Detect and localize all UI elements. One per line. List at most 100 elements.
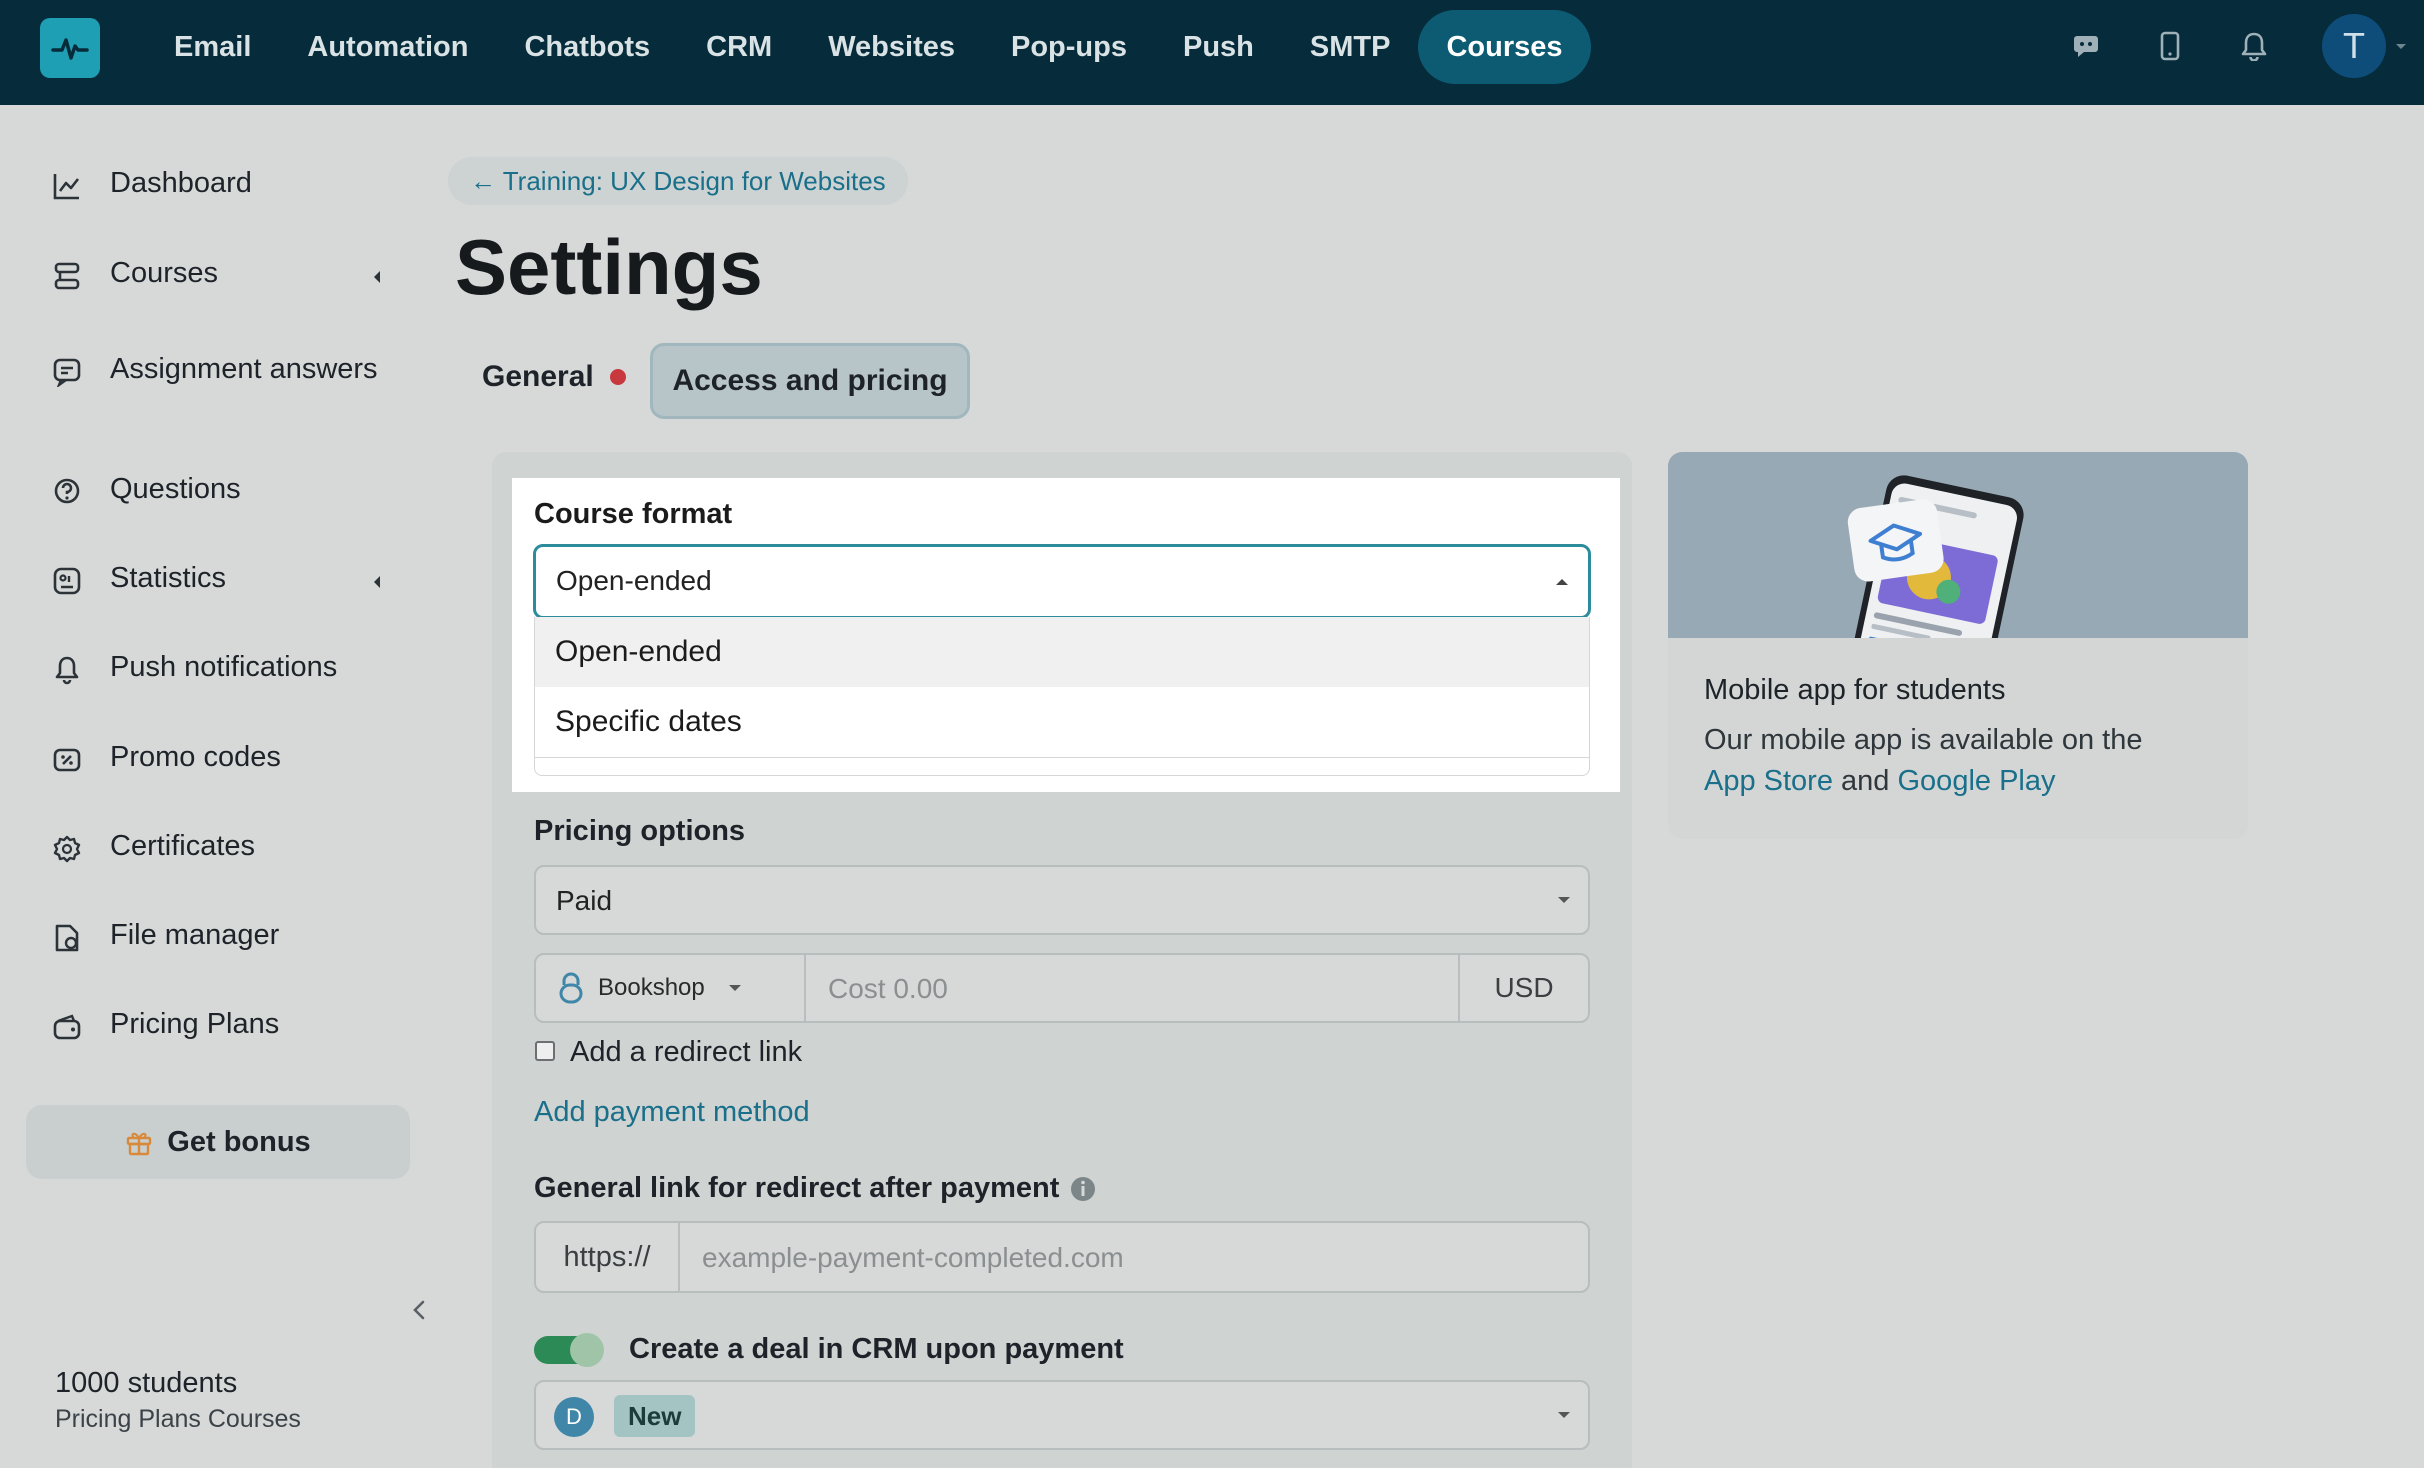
- sidebar-item-promo-codes[interactable]: Promo codes: [50, 741, 390, 777]
- question-icon: [50, 475, 84, 509]
- option-specific-dates[interactable]: Specific dates: [535, 687, 1589, 757]
- redirect-url-field: https:// example-payment-completed.com: [534, 1221, 1590, 1293]
- mobile-icon[interactable]: [2148, 24, 2192, 68]
- sidebar-item-file-manager[interactable]: File manager: [50, 919, 390, 955]
- add-payment-method-link[interactable]: Add payment method: [534, 1096, 810, 1129]
- toggle-knob: [570, 1333, 604, 1367]
- create-deal-label: Create a deal in CRM upon payment: [629, 1333, 1124, 1365]
- dropdown-underlay: [534, 756, 1590, 776]
- get-bonus-label: Get bonus: [167, 1125, 311, 1158]
- deal-stage-select[interactable]: D New: [534, 1380, 1590, 1450]
- redirect-label: General link for redirect after payment: [534, 1172, 1097, 1205]
- course-format-label: Course format: [534, 498, 733, 530]
- get-bonus-button[interactable]: Get bonus: [26, 1105, 410, 1179]
- payment-provider-select[interactable]: Bookshop: [536, 955, 806, 1021]
- tab-access-and-pricing[interactable]: Access and pricing: [650, 343, 970, 419]
- mobile-app-promo-card: Mobile app for students Our mobile app i…: [1668, 452, 2248, 839]
- option-open-ended[interactable]: Open-ended: [535, 617, 1589, 687]
- pipeline-avatar: D: [554, 1397, 594, 1437]
- chevron-down-icon: [1556, 895, 1572, 905]
- sidebar-item-label: Assignment answers: [110, 353, 378, 385]
- nav-smtp[interactable]: SMTP: [1282, 10, 1419, 84]
- file-icon: [50, 921, 84, 955]
- sidebar-item-label: Dashboard: [110, 167, 252, 199]
- chat-icon[interactable]: [2064, 24, 2108, 68]
- layers-icon: [50, 259, 84, 293]
- course-format-options: Open-ended Specific dates: [534, 617, 1590, 758]
- promo-icon: [50, 743, 84, 777]
- chevron-down-icon: [1556, 1410, 1572, 1420]
- cost-input[interactable]: Cost 0.00: [828, 973, 948, 1005]
- gift-icon: [125, 1128, 153, 1156]
- pricing-select[interactable]: Paid: [534, 865, 1590, 935]
- promo-text: Our mobile app is available on the App S…: [1704, 720, 2224, 802]
- alert-dot: [609, 369, 626, 385]
- sidebar-item-courses[interactable]: Courses: [50, 257, 390, 293]
- deal-stage-badge: New: [614, 1395, 696, 1437]
- chart-line-icon: [50, 169, 84, 203]
- google-play-link[interactable]: Google Play: [1898, 765, 2056, 797]
- url-prefix: https://: [536, 1223, 680, 1291]
- sidebar-item-assignment-answers[interactable]: Assignment answers: [50, 353, 390, 389]
- nav-chatbots[interactable]: Chatbots: [496, 10, 678, 84]
- plan-name[interactable]: Pricing Plans Courses: [55, 1405, 301, 1434]
- caret-left-icon[interactable]: [372, 270, 382, 284]
- promo-body: Our mobile app is available on the: [1704, 724, 2143, 756]
- caret-up-icon: [1554, 577, 1570, 587]
- sidebar-item-questions[interactable]: Questions: [50, 473, 390, 509]
- wallet-icon: [50, 1010, 84, 1044]
- statistics-icon: [50, 564, 84, 598]
- sidebar-item-pricing-plans[interactable]: Pricing Plans: [50, 1008, 390, 1044]
- sidebar-item-label: Pricing Plans: [110, 1008, 280, 1040]
- sidebar-item-dashboard[interactable]: Dashboard: [50, 167, 390, 203]
- info-icon[interactable]: [1069, 1175, 1097, 1203]
- top-navigation-bar: Email Automation Chatbots CRM Websites P…: [0, 0, 2424, 105]
- sidebar-item-push-notifications[interactable]: Push notifications: [50, 651, 390, 687]
- sidebar-item-label: Promo codes: [110, 741, 281, 773]
- chevron-down-icon: [727, 983, 743, 993]
- currency-label[interactable]: USD: [1458, 955, 1588, 1021]
- collapse-sidebar-icon[interactable]: [412, 1299, 426, 1321]
- nav-push[interactable]: Push: [1155, 10, 1282, 84]
- nav-websites[interactable]: Websites: [800, 10, 983, 84]
- sidebar-item-label: Certificates: [110, 830, 256, 862]
- user-avatar[interactable]: T: [2322, 14, 2386, 78]
- pricing-options-label: Pricing options: [534, 815, 746, 847]
- back-link[interactable]: ← Training: UX Design for Websites: [448, 157, 908, 205]
- sidebar-item-label: Questions: [110, 473, 241, 505]
- caret-left-icon[interactable]: [372, 575, 382, 589]
- main-nav: Email Automation Chatbots CRM Websites P…: [146, 10, 1591, 84]
- promo-title: Mobile app for students: [1704, 674, 2006, 706]
- course-format-select[interactable]: Open-ended: [533, 544, 1591, 619]
- bell-icon[interactable]: [2232, 24, 2276, 68]
- redirect-label-text: General link for redirect after payment: [534, 1172, 1060, 1204]
- sidebar-item-label: Push notifications: [110, 651, 338, 683]
- sidebar-item-label: Statistics: [110, 562, 227, 594]
- students-count: 1000 students: [55, 1367, 238, 1399]
- nav-email[interactable]: Email: [146, 10, 279, 84]
- redirect-link-checkbox[interactable]: [535, 1041, 555, 1061]
- redirect-url-input[interactable]: example-payment-completed.com: [702, 1242, 1124, 1274]
- lock-icon: [558, 971, 584, 1005]
- sidebar-item-label: File manager: [110, 919, 280, 951]
- promo-and: and: [1841, 765, 1890, 797]
- tab-general[interactable]: General: [482, 360, 626, 394]
- chevron-down-icon[interactable]: [2394, 42, 2408, 52]
- redirect-link-checkbox-label[interactable]: Add a redirect link: [570, 1036, 802, 1069]
- nav-crm[interactable]: CRM: [678, 10, 800, 84]
- provider-label: Bookshop: [598, 974, 705, 1001]
- pulse-logo-icon[interactable]: [40, 18, 100, 78]
- nav-popups[interactable]: Pop-ups: [983, 10, 1155, 84]
- sidebar-item-statistics[interactable]: Statistics: [50, 562, 390, 598]
- app-store-link[interactable]: App Store: [1704, 765, 1833, 797]
- page-title: Settings: [455, 223, 763, 311]
- assignment-icon: [50, 355, 84, 389]
- nav-automation[interactable]: Automation: [279, 10, 496, 84]
- create-deal-toggle[interactable]: [534, 1333, 604, 1367]
- selected-value: Paid: [556, 885, 613, 916]
- payment-row: Bookshop Cost 0.00 USD: [534, 953, 1590, 1023]
- bell-icon: [50, 653, 84, 687]
- sidebar: Dashboard Courses Assignment answers Que…: [0, 105, 440, 1468]
- sidebar-item-certificates[interactable]: Certificates: [50, 830, 390, 866]
- nav-courses[interactable]: Courses: [1418, 10, 1591, 84]
